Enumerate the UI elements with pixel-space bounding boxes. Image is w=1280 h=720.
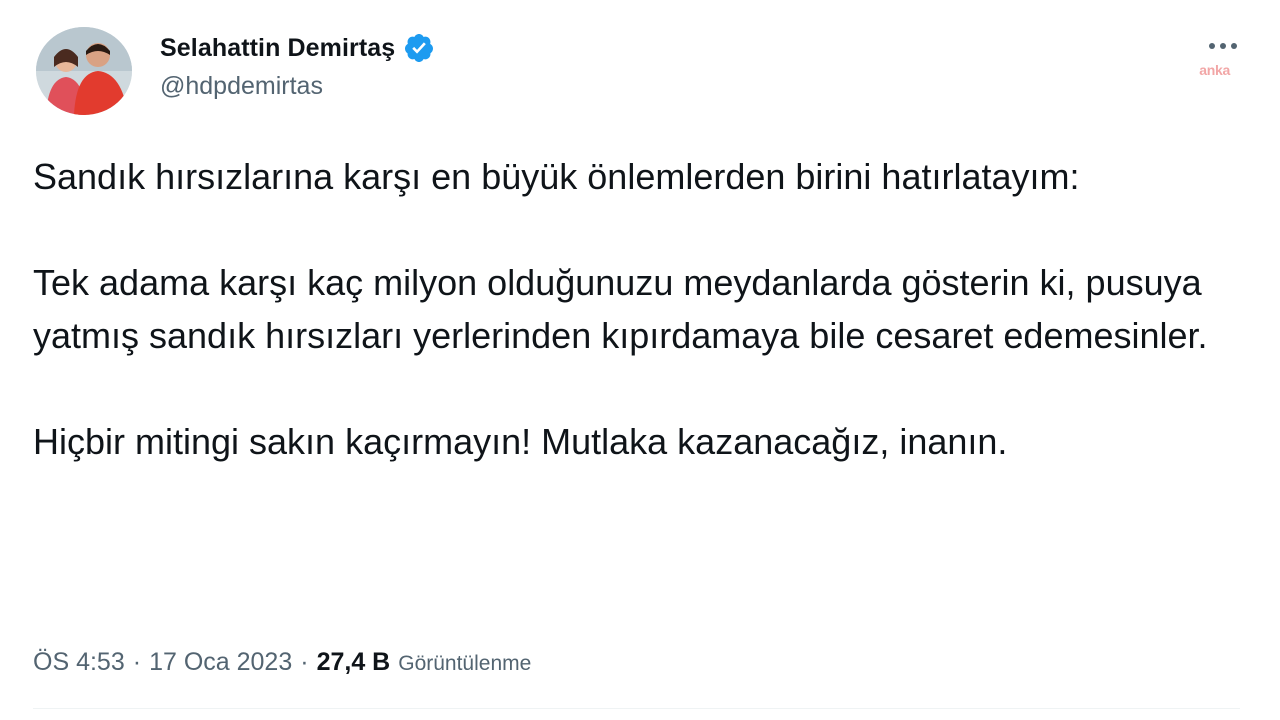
tweet-date[interactable]: 17 Oca 2023 <box>149 648 292 677</box>
verified-badge-icon <box>403 32 435 64</box>
tweet-card: Selahattin Demirtaş @hdpdemirtas anka Sa… <box>0 0 1280 720</box>
display-name[interactable]: Selahattin Demirtaş <box>160 34 395 63</box>
tweet-text: Sandık hırsızlarına karşı en büyük önlem… <box>33 150 1233 468</box>
divider <box>33 708 1240 709</box>
tweet-time[interactable]: ÖS 4:53 <box>33 648 125 677</box>
more-options-icon[interactable] <box>1206 36 1240 56</box>
views-count: 27,4 B <box>316 648 391 676</box>
author-handle[interactable]: @hdpdemirtas <box>160 72 435 101</box>
meta-separator: · <box>132 648 142 676</box>
display-name-row: Selahattin Demirtaş <box>160 30 435 66</box>
tweet-meta: ÖS 4:53 · 17 Oca 2023 · 27,4 B Görüntüle… <box>33 648 531 677</box>
tweet-paragraph: Hiçbir mitingi sakın kaçırmayın! Mutlaka… <box>33 421 1008 462</box>
meta-separator: · <box>300 648 309 676</box>
avatar[interactable] <box>36 27 132 115</box>
tweet-paragraph: Tek adama karşı kaç milyon olduğunuzu me… <box>33 262 1208 356</box>
tweet-paragraph: Sandık hırsızlarına karşı en büyük önlem… <box>33 156 1080 197</box>
views-label: Görüntülenme <box>398 652 532 675</box>
author-block: Selahattin Demirtaş @hdpdemirtas <box>160 30 435 101</box>
watermark-logo: anka <box>1199 62 1230 78</box>
